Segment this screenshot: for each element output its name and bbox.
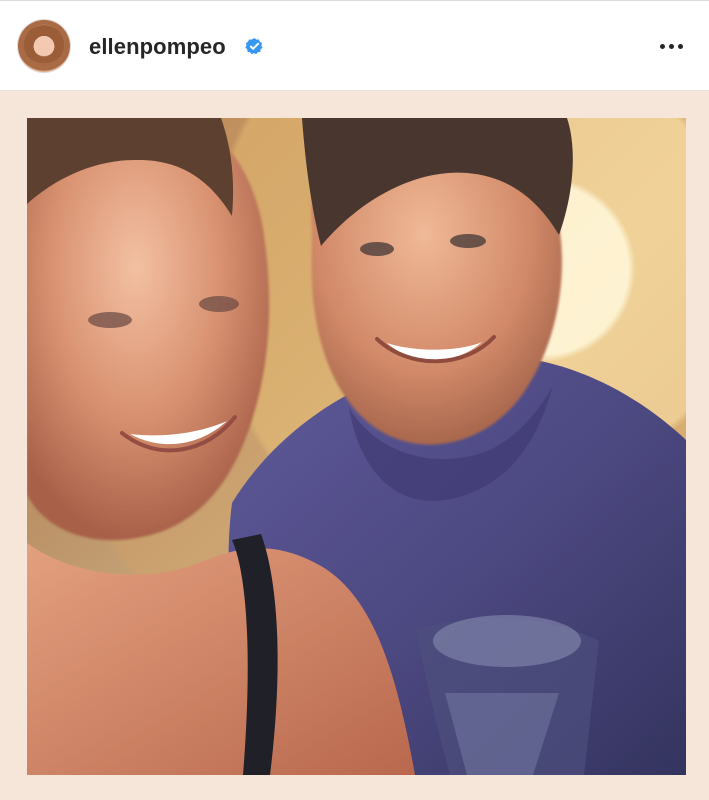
more-dot xyxy=(659,43,665,49)
woman-right-eye xyxy=(199,296,239,312)
profile-avatar[interactable] xyxy=(18,20,70,72)
selfie-illustration xyxy=(27,118,686,775)
man-right-eye xyxy=(450,234,486,248)
more-dot xyxy=(677,43,683,49)
username[interactable]: ellenpompeo xyxy=(89,34,226,60)
more-options-icon[interactable] xyxy=(657,32,685,60)
woman-left-eye xyxy=(88,312,132,328)
post-header: ellenpompeo xyxy=(0,1,709,91)
post-photo[interactable] xyxy=(27,118,686,775)
avatar-hair-shape xyxy=(24,25,64,63)
man-left-eye xyxy=(360,242,394,256)
verified-badge-icon xyxy=(245,38,263,55)
more-dot xyxy=(668,43,674,49)
shirt-graphic-top xyxy=(433,615,581,667)
